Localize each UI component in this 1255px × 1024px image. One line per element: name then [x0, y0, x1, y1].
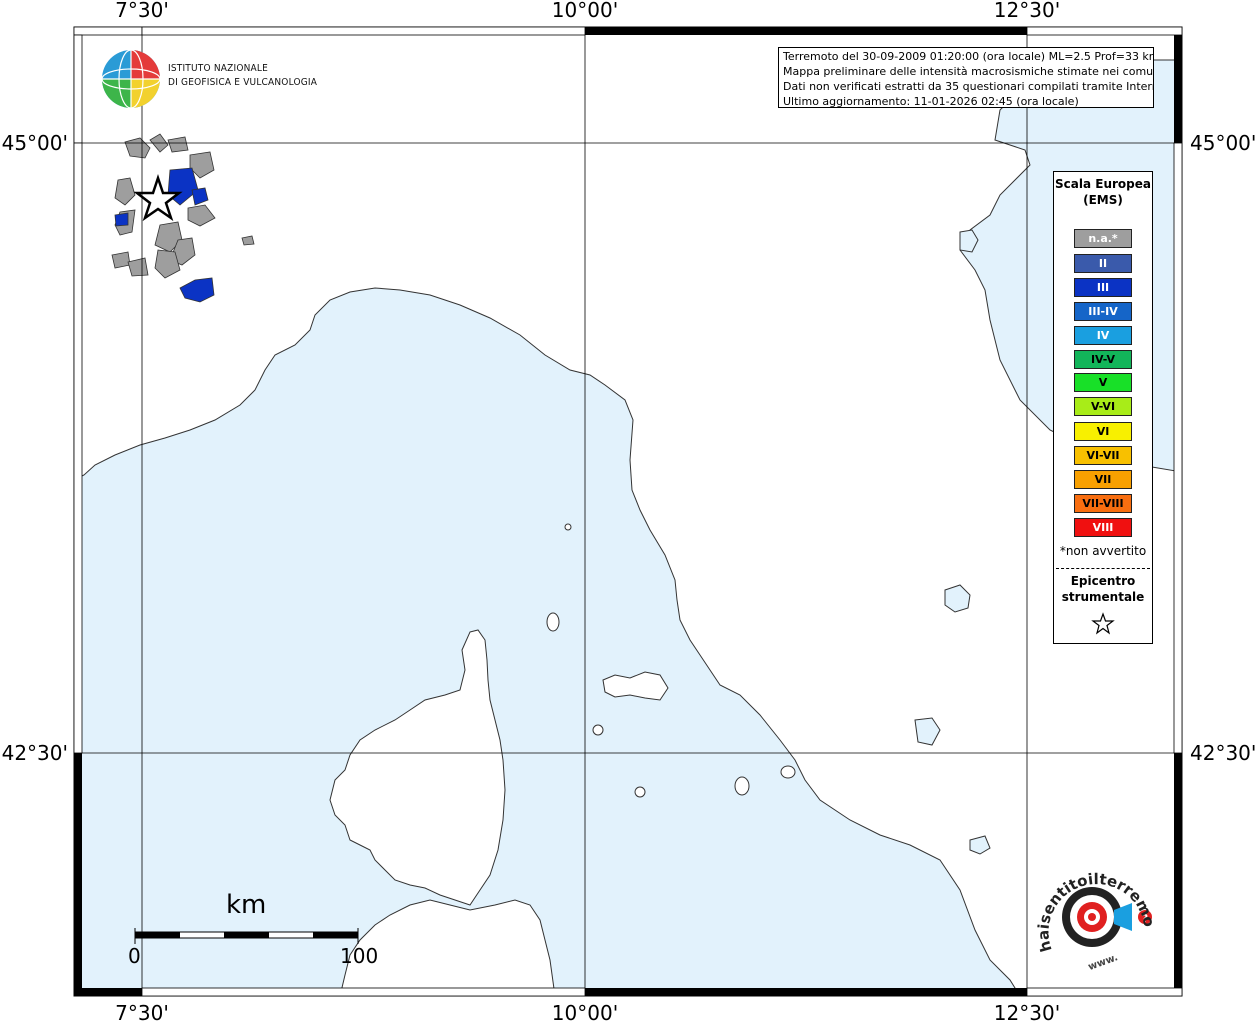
legend-swatch: III [1074, 278, 1132, 297]
event-info-line3: Dati non verificati estratti da 35 quest… [783, 80, 1154, 93]
lon-tick-top-2: 10°00' [552, 0, 618, 22]
scale-unit-label: km [226, 890, 267, 920]
legend-swatch: VI-VII [1074, 446, 1132, 465]
legend-swatch: V-VI [1074, 397, 1132, 416]
intensity-legend: Scala Europea (EMS) n.a.* II III III-IV IV IV… [1053, 171, 1153, 644]
legend-title: Scala Europea (EMS) [1055, 177, 1151, 207]
legend-swatch: III-IV [1074, 302, 1132, 321]
legend-swatch: IV [1074, 326, 1132, 345]
legend-swatch: V [1074, 373, 1132, 392]
legend-swatch: II [1074, 254, 1132, 273]
lat-tick-left-2: 42°30' [2, 741, 68, 765]
legend-swatch: VII [1074, 470, 1132, 489]
lat-tick-right-2: 42°30' [1190, 741, 1255, 765]
legend-swatch: VII-VIII [1074, 494, 1132, 513]
lon-tick-bottom-1: 7°30' [115, 1001, 169, 1024]
legend-epicentre-title: Epicentro strumentale [1061, 574, 1145, 604]
hst-www-text: www. [1087, 952, 1120, 973]
epicentre-star-icon [1091, 612, 1115, 635]
legend-swatch: IV-V [1074, 350, 1132, 369]
legend-separator [1056, 568, 1150, 569]
event-info-line1: Terremoto del 30-09-2009 01:20:00 (ora l… [783, 50, 1154, 63]
ingv-name-line1: ISTITUTO NAZIONALE [168, 63, 268, 74]
land-giglio [734, 776, 750, 796]
legend-swatch: VI [1074, 422, 1132, 441]
event-info-box: Terremoto del 30-09-2009 01:20:00 (ora l… [778, 47, 1154, 108]
event-info-line4: Ultimo aggiornamento: 11-01-2026 02:45 (… [783, 95, 1079, 108]
event-info-line2: Mappa preliminare delle intensità macros… [783, 65, 1154, 78]
legend-note: *non avvertito [1059, 544, 1147, 558]
land-montecristo [592, 724, 604, 736]
land-elba [602, 671, 669, 701]
lon-tick-top-3: 12°30' [994, 0, 1060, 22]
land-capraia [546, 612, 560, 632]
lon-tick-bottom-2: 10°00' [552, 1001, 618, 1024]
land-giannutri [780, 765, 796, 779]
land-gorgona [564, 523, 572, 531]
scale-start-label: 0 [128, 944, 141, 968]
legend-swatch: VIII [1074, 518, 1132, 537]
lat-tick-left-1: 45°00' [2, 131, 68, 155]
land-pianosa [634, 786, 646, 798]
scale-end-label: 100 [340, 944, 379, 968]
ingv-logo: ISTITUTO NAZIONALE DI GEOFISICA E VULCAN… [100, 48, 340, 110]
globe-icon [101, 49, 161, 109]
lat-tick-right-1: 45°00' [1190, 131, 1255, 155]
legend-swatch: n.a.* [1074, 229, 1132, 248]
lon-tick-top-1: 7°30' [115, 0, 169, 22]
ingv-name-line2: DI GEOFISICA E VULCANOLOGIA [168, 77, 318, 88]
lon-tick-bottom-3: 12°30' [994, 1001, 1060, 1024]
hst-logo: ? haisentitoilterremoto.it www. [1032, 855, 1158, 973]
